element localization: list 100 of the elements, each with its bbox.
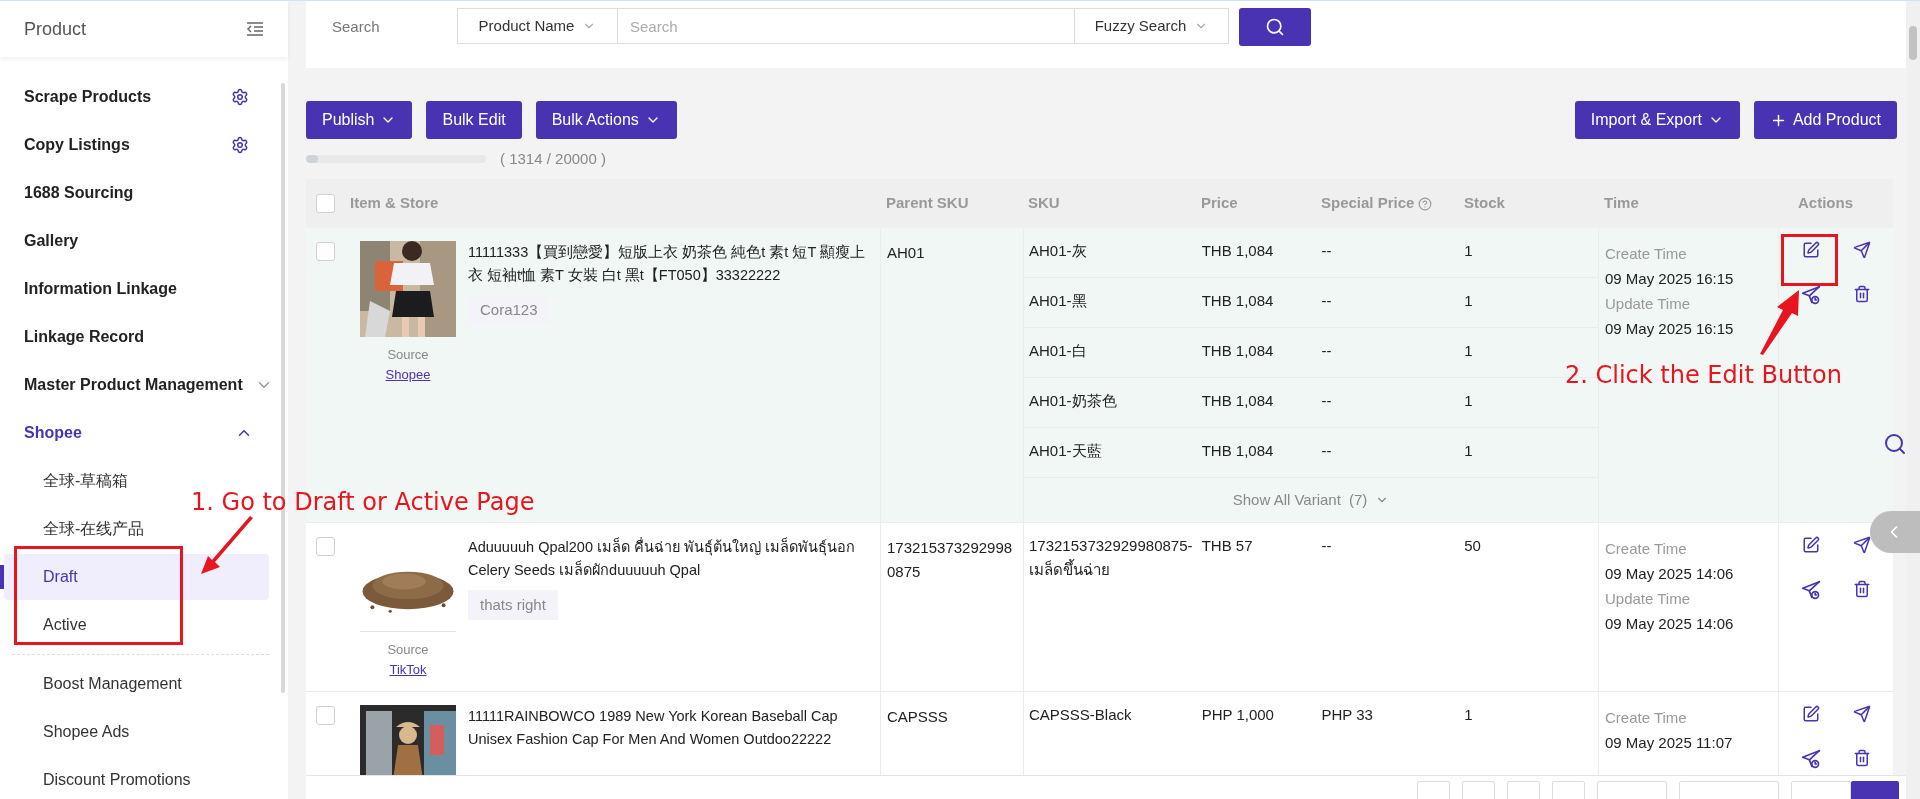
edit-icon[interactable]	[1801, 536, 1820, 554]
stock: 1	[1464, 706, 1473, 723]
special-price: --	[1321, 392, 1332, 409]
stock: 1	[1464, 442, 1473, 459]
scheduled-send-icon[interactable]	[1800, 580, 1821, 600]
product-title[interactable]: Aduuuuuh Qpal200 เมล็ด คื่นฉ่าย พันธุ์ต้นใหญ่ เมล็ดพันธุ์นอก Celery Seeds เมล็ดผักduuuuuh Qpal	[468, 536, 872, 582]
annotation-arrow	[198, 515, 256, 577]
sidebar-item[interactable]: Information Linkage	[0, 265, 281, 313]
sku: AH01-白	[1029, 342, 1087, 359]
sidebar-item[interactable]: Master Product Management	[0, 361, 281, 409]
dropdown-button[interactable]: Import & Export	[1574, 101, 1740, 139]
column-header: Time	[1604, 193, 1639, 214]
submenu-item[interactable]: Shopee Ads	[43, 709, 130, 755]
scheduled-send-icon[interactable]	[1800, 749, 1821, 769]
annotation-text: 2. Click the Edit Button	[1565, 360, 1842, 391]
sidebar-item[interactable]: Gallery	[0, 217, 281, 265]
dropdown-button[interactable]: Publish	[306, 101, 413, 139]
scheduled-send-icon[interactable]	[1800, 285, 1821, 305]
collapse-menu-icon[interactable]	[246, 21, 264, 37]
special-price: --	[1321, 342, 1332, 359]
sidebar-item[interactable]: Shopee	[0, 409, 281, 457]
create-time: 09 May 2025 14:06	[1605, 564, 1735, 584]
source-label: Source	[387, 346, 429, 364]
create-time-label: Create Time	[1605, 708, 1688, 728]
column-header: Actions	[1798, 193, 1853, 214]
sidebar-title: Product	[24, 17, 87, 41]
column-header: SKU	[1028, 193, 1060, 214]
dropdown-button[interactable]: Bulk Actions	[535, 101, 677, 139]
stock: 1	[1464, 242, 1473, 259]
update-time-label: Update Time	[1605, 294, 1692, 314]
scrollbar-thumb[interactable]	[1909, 26, 1917, 60]
quota-text: ( 1314 / 20000 )	[500, 148, 606, 169]
stock: 1	[1464, 292, 1473, 309]
search-icon	[1265, 17, 1285, 37]
special-price: --	[1321, 242, 1332, 259]
create-time-label: Create Time	[1605, 244, 1688, 264]
submenu-item[interactable]: 全球-在线产品	[43, 506, 145, 552]
sidebar-item[interactable]: Linkage Record	[0, 313, 281, 361]
checkbox[interactable]	[316, 706, 335, 725]
sku: AH01-奶茶色	[1029, 392, 1117, 409]
price: PHP 1,000	[1201, 706, 1274, 723]
create-time: 09 May 2025 16:15	[1605, 269, 1735, 289]
edit-icon[interactable]	[1801, 241, 1820, 259]
column-header: Special Price	[1321, 193, 1415, 214]
store-tag: Cora123	[468, 295, 550, 325]
stock: 50	[1464, 537, 1481, 554]
price: THB 1,084	[1201, 342, 1274, 359]
annotation-text: 1. Go to Draft or Active Page	[191, 487, 535, 518]
price: THB 1,084	[1201, 242, 1274, 259]
send-icon[interactable]	[1852, 536, 1871, 554]
create-time-label: Create Time	[1605, 539, 1688, 559]
settings-icon[interactable]	[231, 88, 249, 106]
sidebar-item[interactable]: Copy Listings	[0, 121, 281, 169]
product-title[interactable]: 11111333【買到戀愛】短版上衣 奶茶色 純色t 素t 短T 顯瘦上衣 短袖t恤 素T 女裝 白t 黑t【FT050】33322222	[468, 241, 872, 287]
store-tag: thats right	[468, 590, 558, 620]
delete-icon[interactable]	[1852, 749, 1871, 767]
parent-sku: 1732153732929980875	[887, 539, 1013, 580]
submenu-item[interactable]: Discount Promotions	[43, 757, 191, 799]
product-title[interactable]: 11111RAINBOWCO 1989 New York Korean Baseball Cap Unisex Fashion Cap For Men And Women Outdoo22222	[468, 705, 872, 751]
column-header: Price	[1201, 193, 1238, 214]
price: THB 1,084	[1201, 292, 1274, 309]
source-label: Source	[387, 641, 429, 659]
field-select[interactable]: Product Name	[457, 8, 618, 44]
match-mode-select[interactable]: Fuzzy Search	[1074, 8, 1229, 44]
special-price: --	[1321, 537, 1332, 554]
delete-icon[interactable]	[1852, 580, 1871, 598]
delete-icon[interactable]	[1852, 285, 1871, 303]
send-icon[interactable]	[1852, 705, 1871, 723]
edit-icon[interactable]	[1801, 705, 1820, 723]
toolbar-button[interactable]: Bulk Edit	[426, 101, 522, 139]
sidebar-item[interactable]: 1688 Sourcing	[0, 169, 281, 217]
submenu-item[interactable]: 全球-草稿箱	[43, 458, 129, 504]
sku: AH01-灰	[1029, 242, 1087, 259]
checkbox[interactable]	[316, 194, 335, 213]
source-link[interactable]: Shopee	[385, 364, 431, 384]
sidebar-item[interactable]: Scrape Products	[0, 73, 281, 121]
search-button[interactable]	[1239, 8, 1311, 46]
update-time: 09 May 2025 14:06	[1605, 614, 1735, 634]
special-price: --	[1321, 292, 1332, 309]
stock: 1	[1464, 392, 1473, 409]
submenu-item[interactable]: Active	[43, 602, 87, 648]
checkbox[interactable]	[316, 537, 335, 556]
search-label: Search	[332, 16, 381, 37]
special-price: --	[1321, 442, 1332, 459]
send-icon[interactable]	[1852, 241, 1871, 259]
add-product-button[interactable]: Add Product	[1753, 101, 1897, 139]
search-icon[interactable]	[1883, 432, 1907, 456]
submenu-item[interactable]: Boost Management	[43, 661, 182, 707]
column-header: Parent SKU	[886, 193, 969, 214]
search-field[interactable]: Search	[618, 8, 1074, 44]
settings-icon[interactable]	[231, 136, 249, 154]
submenu-item[interactable]: Draft	[4, 554, 269, 600]
source-link[interactable]: TikTok	[389, 659, 427, 679]
help-icon[interactable]	[1418, 196, 1433, 211]
price: THB 1,084	[1201, 442, 1274, 459]
sku: CAPSSS-Black	[1029, 706, 1132, 723]
sku: 1732153732929980875-เมล็ดขึ้นฉ่าย	[1029, 537, 1193, 578]
column-header: Item & Store	[350, 193, 439, 214]
checkbox[interactable]	[316, 242, 335, 261]
parent-sku: AH01	[887, 244, 925, 261]
